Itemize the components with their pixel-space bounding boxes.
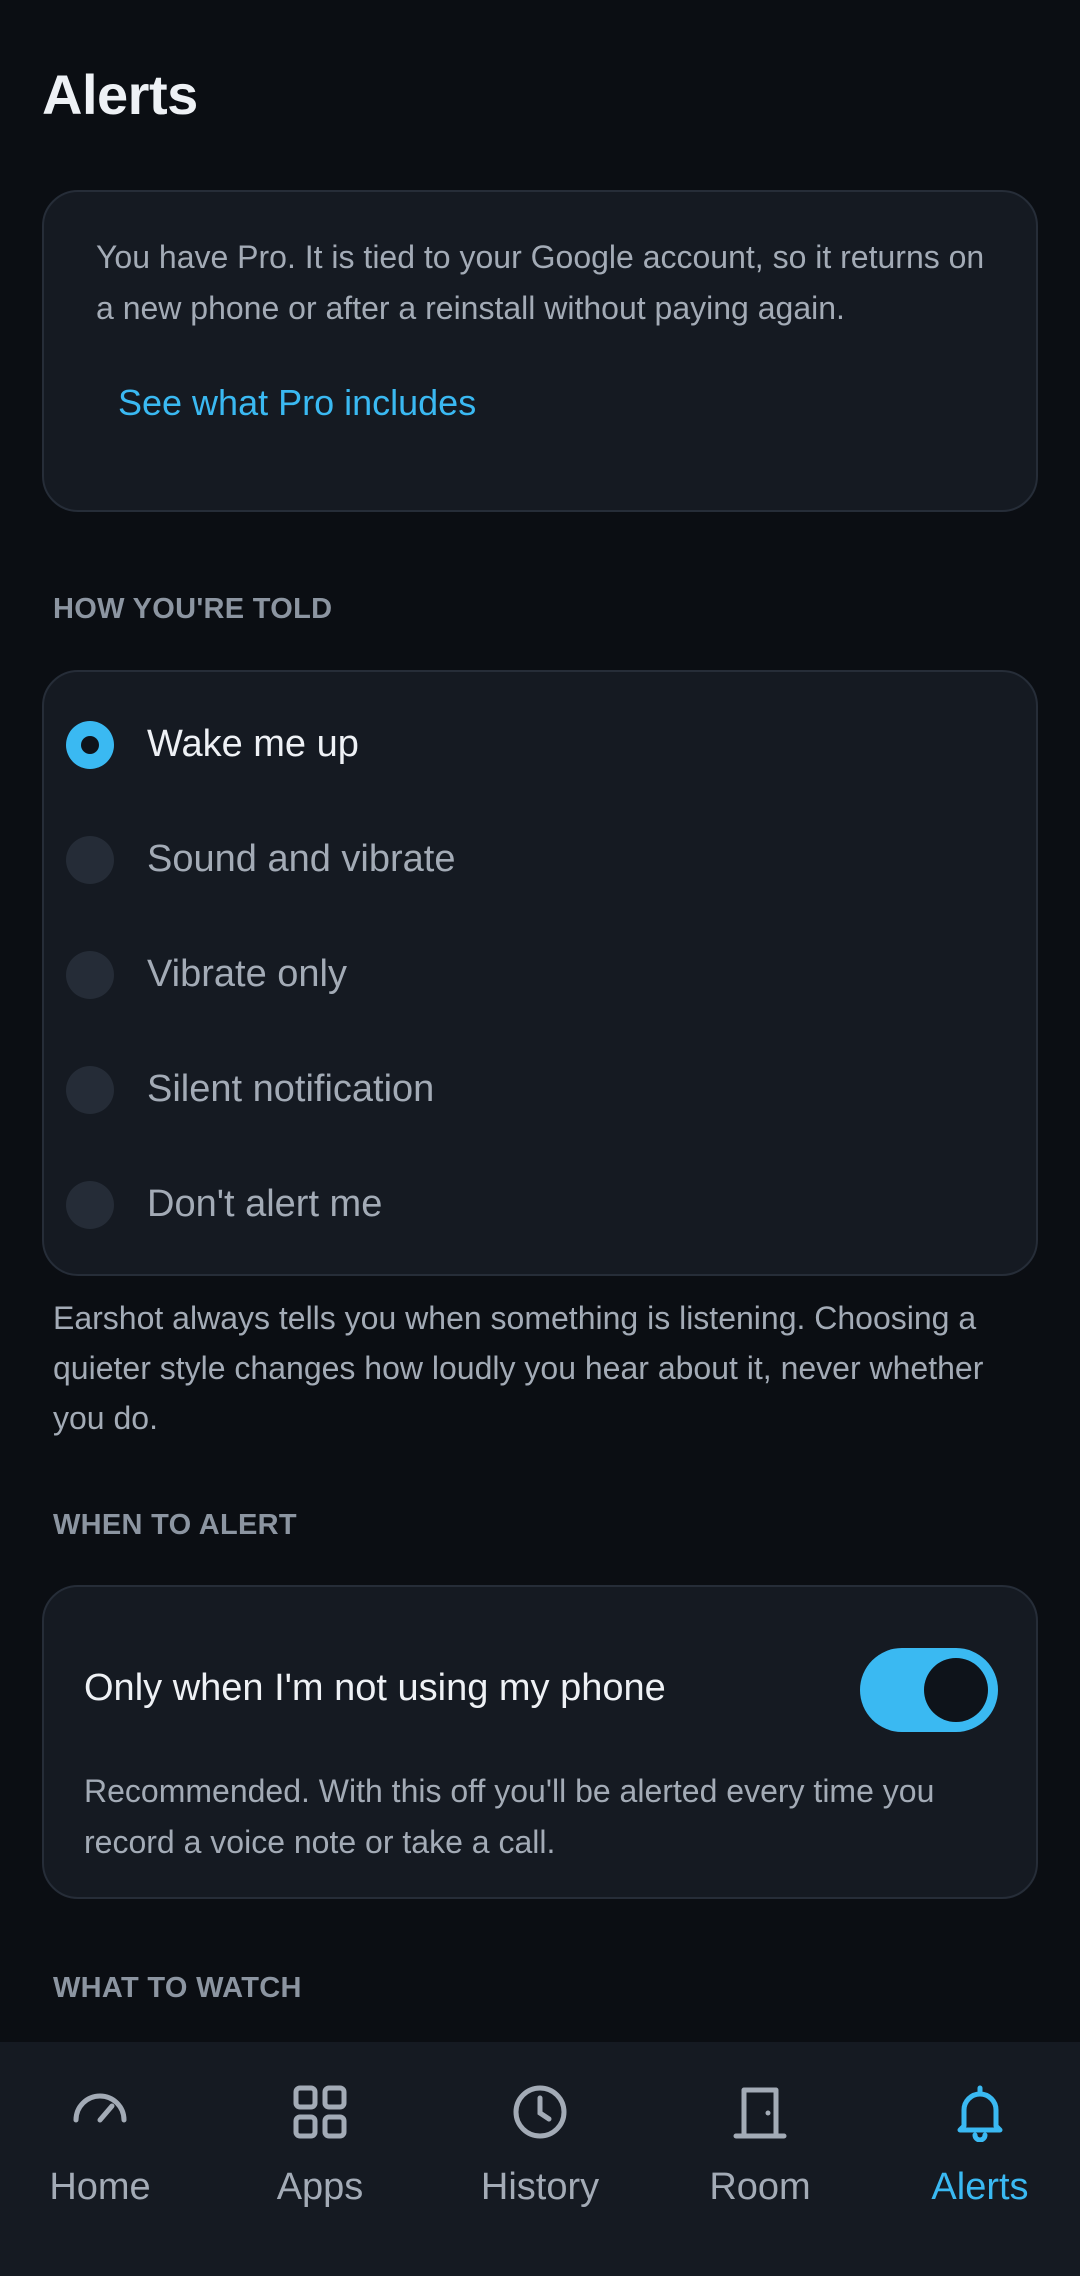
page-title: Alerts bbox=[42, 63, 198, 126]
not-using-phone-toggle[interactable] bbox=[860, 1648, 998, 1732]
grid-icon bbox=[293, 2085, 347, 2139]
nav-label: Home bbox=[49, 2166, 151, 2208]
not-using-phone-label: Only when I'm not using my phone bbox=[84, 1667, 666, 1709]
radio-option-label: Vibrate only bbox=[147, 953, 347, 995]
radio-option-wake-me-up[interactable]: Wake me up bbox=[66, 687, 1016, 802]
clock-icon bbox=[513, 2085, 567, 2139]
pro-status-card: You have Pro. It is tied to your Google … bbox=[42, 190, 1038, 512]
radio-unselected-icon[interactable] bbox=[66, 835, 114, 884]
nav-item-alerts[interactable]: Alerts bbox=[880, 2042, 1080, 2276]
pro-status-text: You have Pro. It is tied to your Google … bbox=[96, 239, 985, 326]
radio-option-vibrate-only[interactable]: Vibrate only bbox=[66, 917, 1016, 1032]
nav-label: History bbox=[480, 2166, 600, 2208]
radio-unselected-icon[interactable] bbox=[66, 1065, 114, 1114]
bottom-navigation: Home Apps History Room Alerts bbox=[0, 2042, 1080, 2276]
nav-label: Apps bbox=[276, 2166, 364, 2208]
door-icon bbox=[733, 2087, 787, 2139]
radio-option-dont-alert-me[interactable]: Don't alert me bbox=[66, 1147, 1016, 1262]
gauge-icon bbox=[73, 2093, 127, 2123]
radio-unselected-icon[interactable] bbox=[66, 950, 114, 999]
bell-icon bbox=[957, 2085, 1003, 2142]
radio-option-sound-and-vibrate[interactable]: Sound and vibrate bbox=[66, 802, 1016, 917]
radio-option-label: Sound and vibrate bbox=[147, 838, 456, 880]
nav-label: Alerts bbox=[931, 2166, 1029, 2208]
nav-item-room[interactable]: Room bbox=[660, 2042, 860, 2276]
when-to-alert-card: Only when I'm not using my phone Recomme… bbox=[42, 1585, 1038, 1899]
radio-unselected-icon[interactable] bbox=[66, 1180, 114, 1229]
section-heading-how-told: HOW YOU'RE TOLD bbox=[53, 593, 333, 625]
alert-style-helper-text: Earshot always tells you when something … bbox=[53, 1300, 984, 1436]
nav-label: Room bbox=[709, 2166, 811, 2208]
radio-option-label: Don't alert me bbox=[147, 1183, 383, 1225]
alert-style-radio-group: Wake me up Sound and vibrate Vibrate onl… bbox=[42, 670, 1038, 1276]
see-pro-includes-link[interactable]: See what Pro includes bbox=[118, 382, 476, 424]
nav-item-history[interactable]: History bbox=[440, 2042, 640, 2276]
not-using-phone-description: Recommended. With this off you'll be ale… bbox=[84, 1773, 935, 1860]
section-heading-when-to-alert: WHEN TO ALERT bbox=[53, 1509, 297, 1541]
section-heading-what-to-watch: WHAT TO WATCH bbox=[53, 1972, 302, 2004]
nav-item-apps[interactable]: Apps bbox=[220, 2042, 420, 2276]
radio-selected-icon[interactable] bbox=[66, 720, 114, 769]
nav-item-home[interactable]: Home bbox=[0, 2042, 200, 2276]
toggle-knob bbox=[924, 1658, 988, 1722]
alerts-screen: Alerts You have Pro. It is tied to your … bbox=[0, 0, 1080, 2276]
radio-option-label: Silent notification bbox=[147, 1068, 435, 1110]
radio-option-label: Wake me up bbox=[147, 723, 359, 765]
radio-option-silent-notification[interactable]: Silent notification bbox=[66, 1032, 1016, 1147]
